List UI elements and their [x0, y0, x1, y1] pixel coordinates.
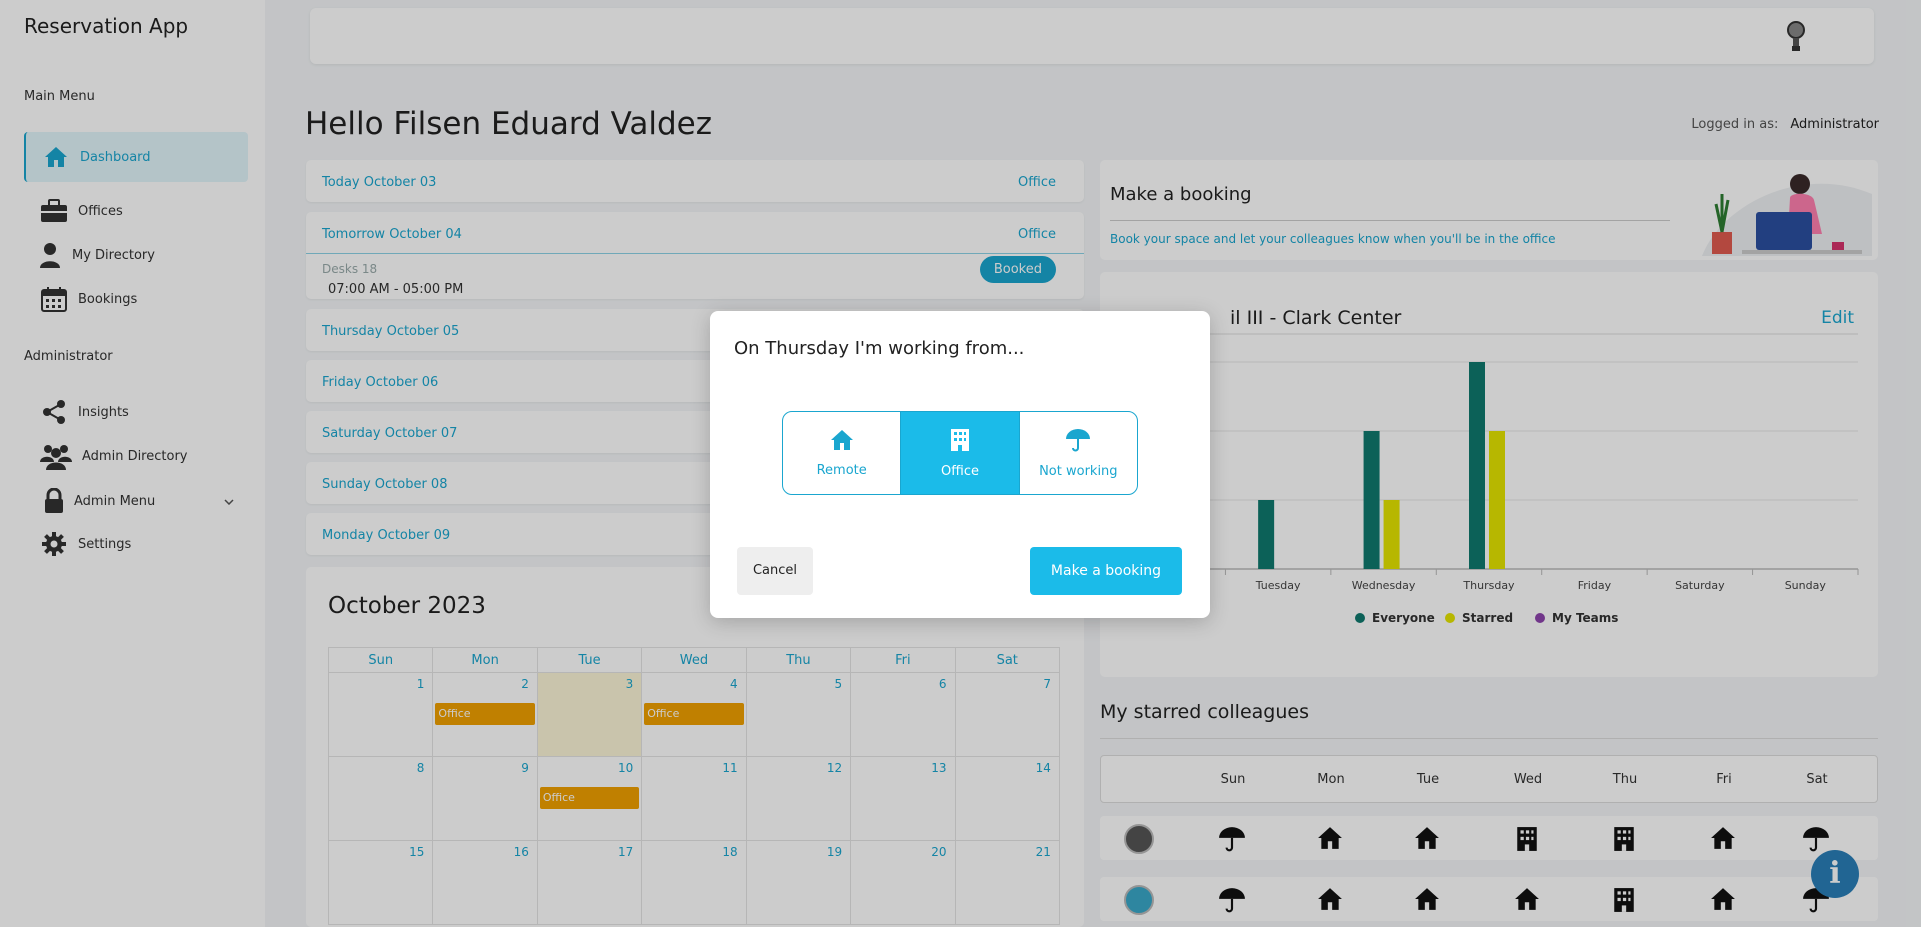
option-not-working[interactable]: Not working — [1020, 412, 1137, 494]
umbrella-icon — [1065, 428, 1091, 458]
make-booking-button[interactable]: Make a booking — [1030, 547, 1182, 595]
option-remote[interactable]: Remote — [783, 412, 902, 494]
option-label: Not working — [1039, 463, 1118, 479]
home-icon — [829, 429, 855, 457]
dialog-question: On Thursday I'm working from... — [734, 338, 1025, 359]
cancel-button[interactable]: Cancel — [737, 547, 813, 595]
working-location-dialog: On Thursday I'm working from... Remote O… — [710, 311, 1210, 618]
option-label: Office — [941, 463, 979, 479]
building-icon — [950, 428, 970, 458]
location-selector: Remote Office Not working — [782, 411, 1138, 495]
option-label: Remote — [816, 462, 867, 478]
option-office[interactable]: Office — [901, 412, 1020, 494]
